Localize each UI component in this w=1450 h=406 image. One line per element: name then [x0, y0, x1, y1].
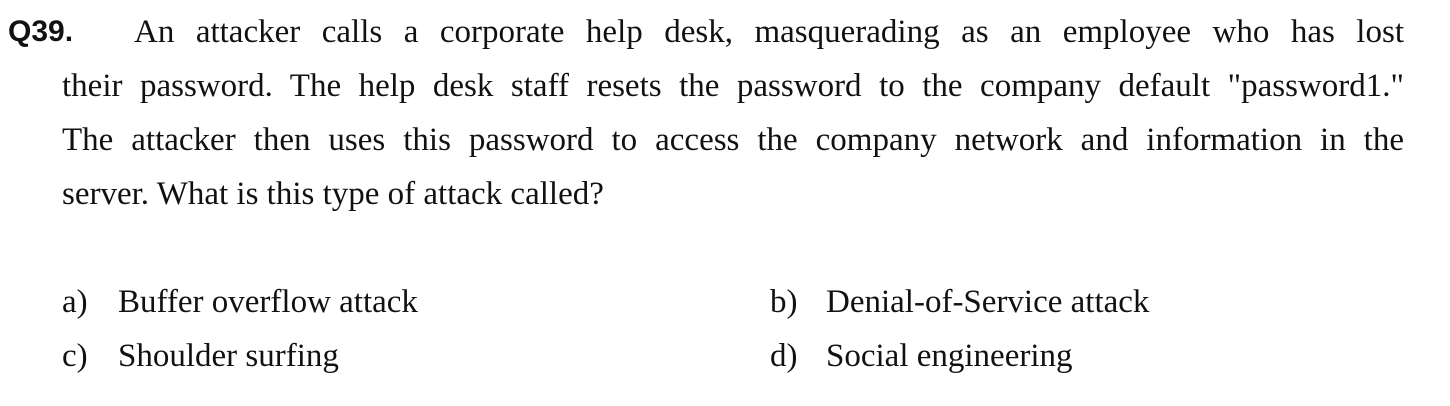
option-text: Buffer overflow attack — [118, 284, 418, 320]
option-letter: c) — [62, 338, 88, 374]
question-number: Q39. — [8, 15, 74, 48]
option-text: Shoulder surfing — [118, 338, 339, 374]
question-text-line: server. What is this type of attack call… — [62, 176, 604, 212]
option-letter: b) — [770, 284, 798, 320]
option-letter: d) — [770, 338, 798, 374]
option-text: Denial-of-Service attack — [826, 284, 1150, 320]
answer-option-b: b) Denial-of-Service attack — [770, 282, 1149, 322]
option-letter: a) — [62, 284, 88, 320]
answer-option-c: c) Shoulder surfing — [62, 336, 339, 376]
option-text: Social engineering — [826, 338, 1073, 374]
answer-option-a: a) Buffer overflow attack — [62, 282, 418, 322]
question-text-line: The attacker then uses this password to … — [62, 122, 1404, 158]
question-text-line: An attacker calls a corporate help desk,… — [134, 14, 1404, 50]
question-text-line: their password. The help desk staff rese… — [62, 68, 1404, 104]
answer-option-d: d) Social engineering — [770, 336, 1073, 376]
question-block: Q39. An attacker calls a corporate help … — [0, 0, 1450, 406]
